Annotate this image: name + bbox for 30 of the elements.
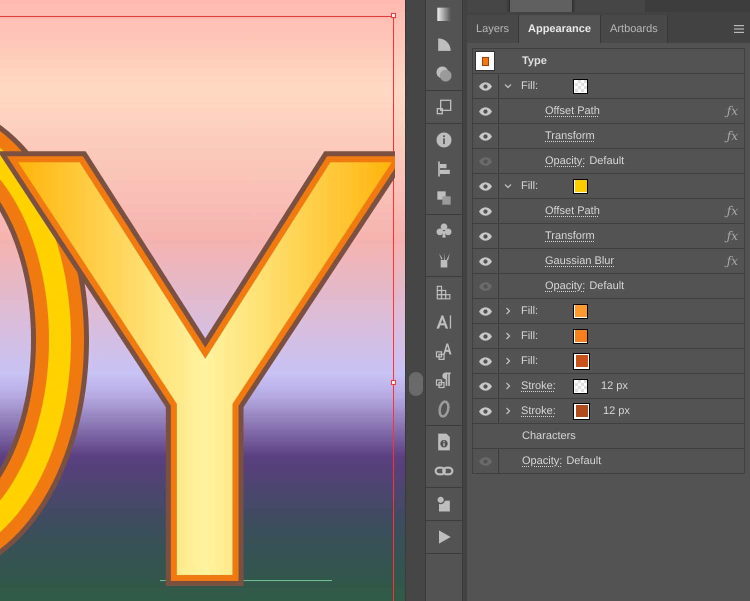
opacity-value: Default — [566, 454, 602, 469]
fx-icon[interactable]: ƒx — [726, 127, 738, 145]
opacity-link[interactable]: Opacity: — [545, 152, 586, 170]
effect-link[interactable]: Offset Path — [545, 102, 600, 120]
stroke-weight: 12 px — [603, 404, 630, 419]
characters-label[interactable]: Characters — [522, 428, 576, 444]
fx-icon[interactable]: ƒx — [726, 252, 738, 270]
attribute-label: Fill: — [521, 78, 540, 94]
attribute-label[interactable]: Stroke: — [521, 378, 561, 394]
opacity-link[interactable]: Opacity: — [522, 452, 562, 470]
attribute-label: Fill: — [521, 178, 540, 194]
effect-link[interactable]: Transform — [545, 128, 595, 144]
attribute-label: Fill: — [521, 328, 540, 344]
panel-tab[interactable]: Layers — [467, 15, 520, 43]
opacity-value: Default — [589, 154, 624, 169]
effect-link[interactable]: Offset Path — [545, 202, 600, 220]
panel-tab[interactable]: Artboards — [601, 15, 668, 43]
object-type-label: Type — [522, 54, 547, 69]
fx-icon[interactable]: ƒx — [726, 227, 738, 245]
effect-link[interactable]: Gaussian Blur — [545, 252, 614, 270]
attribute-label[interactable]: Stroke: — [521, 402, 561, 420]
stroke-weight: 12 px — [601, 378, 628, 394]
attribute-label: Fill: — [521, 304, 540, 319]
panel-tab[interactable]: Appearance — [519, 15, 602, 43]
opacity-link[interactable]: Opacity: — [545, 278, 586, 294]
attribute-label: Fill: — [521, 354, 540, 369]
effect-link[interactable]: Transform — [545, 228, 595, 244]
fx-icon[interactable]: ƒx — [726, 102, 738, 120]
opacity-value: Default — [589, 278, 624, 294]
fx-icon[interactable]: ƒx — [726, 202, 738, 220]
